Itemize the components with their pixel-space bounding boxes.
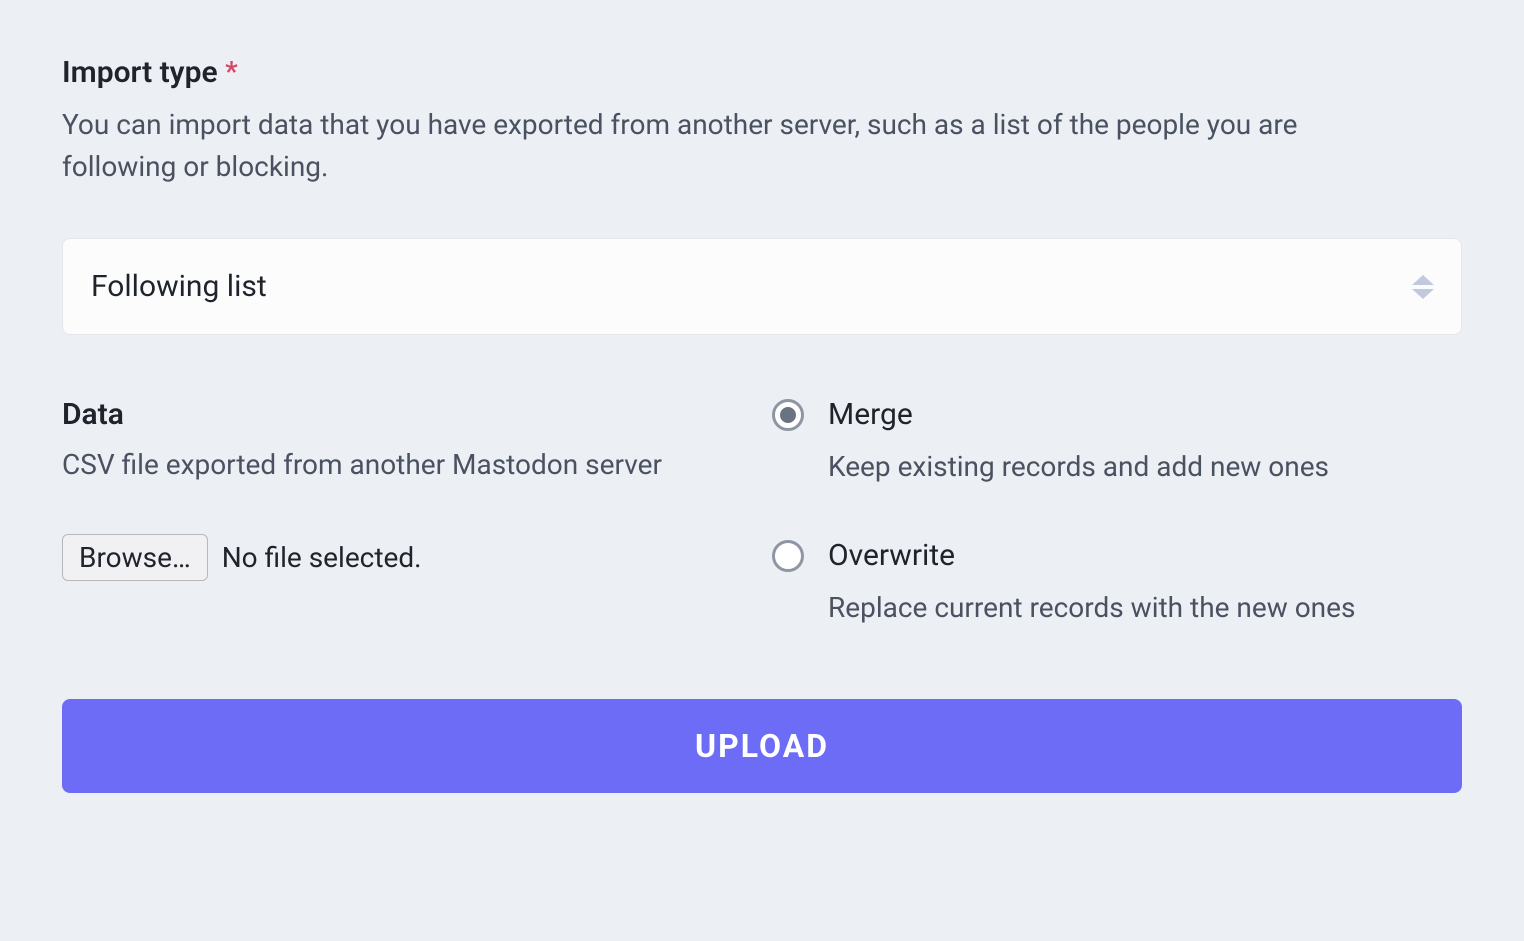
- import-type-select[interactable]: Following list: [62, 238, 1462, 335]
- overwrite-option[interactable]: Overwrite Replace current records with t…: [772, 538, 1462, 629]
- required-asterisk: *: [225, 55, 238, 88]
- overwrite-radio[interactable]: [772, 540, 804, 572]
- overwrite-description: Replace current records with the new one…: [828, 587, 1462, 629]
- file-picker: Browse… No file selected.: [62, 534, 732, 581]
- merge-radio[interactable]: [772, 399, 804, 431]
- browse-button[interactable]: Browse…: [62, 534, 208, 581]
- file-status-text: No file selected.: [222, 541, 422, 574]
- merge-title: Merge: [828, 397, 1462, 432]
- data-description: CSV file exported from another Mastodon …: [62, 444, 732, 486]
- merge-description: Keep existing records and add new ones: [828, 446, 1462, 488]
- import-type-description: You can import data that you have export…: [62, 104, 1372, 188]
- overwrite-title: Overwrite: [828, 538, 1462, 573]
- import-type-select-wrapper: Following list: [62, 238, 1462, 335]
- upload-button[interactable]: UPLOAD: [62, 699, 1462, 793]
- merge-option[interactable]: Merge Keep existing records and add new …: [772, 397, 1462, 488]
- import-type-label: Import type *: [62, 55, 1462, 90]
- data-label: Data: [62, 397, 732, 432]
